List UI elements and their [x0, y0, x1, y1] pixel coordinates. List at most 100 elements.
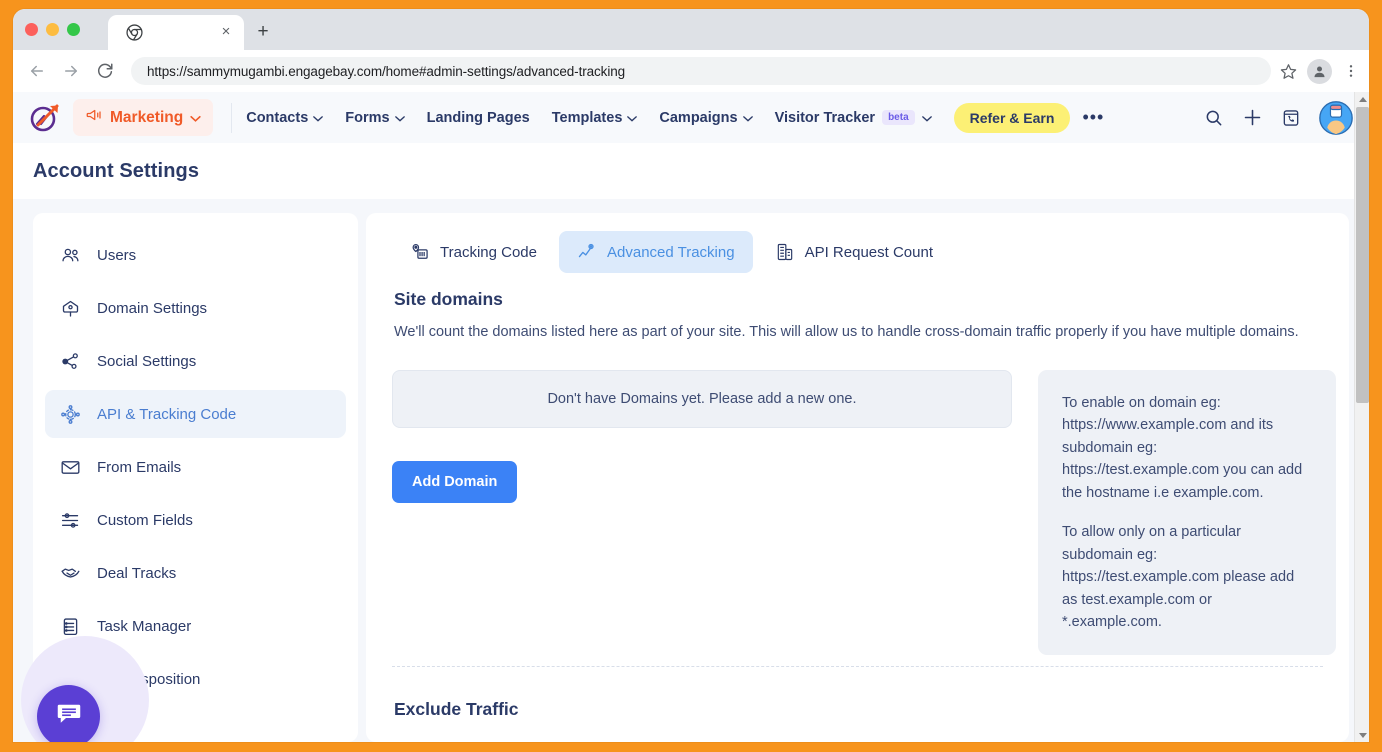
nav-item-label: Templates [551, 109, 623, 126]
app-top-navbar: Marketing Contacts Forms Landing Pages T… [13, 92, 1369, 143]
app-nav-right-actions [1204, 92, 1353, 143]
chevron-down-icon [190, 109, 201, 127]
user-avatar[interactable] [1319, 100, 1353, 135]
profile-avatar-icon[interactable] [1307, 58, 1332, 84]
beta-badge: beta [882, 110, 915, 125]
nav-item-label: Visitor Tracker [774, 109, 876, 126]
nav-item-visitor-tracker[interactable]: Visitor Tracker beta [775, 110, 932, 126]
add-domain-button[interactable]: Add Domain [392, 460, 518, 503]
settings-content-area: Users Domain Settings Social Settings AP… [13, 199, 1369, 742]
clipboard-list-icon [59, 615, 81, 637]
minimize-window-button[interactable] [46, 23, 59, 36]
call-log-icon[interactable] [1281, 108, 1301, 128]
sidebar-item-deal-tracks[interactable]: Deal Tracks [45, 549, 346, 597]
sidebar-item-from-emails[interactable]: From Emails [45, 443, 346, 491]
nav-item-label: Campaigns [659, 109, 738, 126]
sidebar-item-label: From Emails [97, 458, 182, 476]
sidebar-item-label: Users [97, 246, 137, 264]
tab-label: API Request Count [804, 243, 933, 261]
nav-item-campaigns[interactable]: Campaigns [659, 109, 753, 126]
page-scrollbar[interactable] [1354, 92, 1369, 742]
sidebar-item-social-settings[interactable]: Social Settings [45, 337, 346, 385]
sidebar-item-api-tracking-code[interactable]: API & Tracking Code [45, 390, 346, 438]
tab-label: Tracking Code [440, 243, 537, 261]
chat-bubble-icon [54, 699, 84, 734]
sidebar-item-custom-fields[interactable]: Custom Fields [45, 496, 346, 544]
nav-item-label: Landing Pages [426, 109, 530, 126]
forward-arrow-icon[interactable] [57, 57, 85, 85]
chevron-down-icon [313, 110, 324, 126]
tab-label: Advanced Tracking [607, 243, 735, 261]
exclude-traffic-title: Exclude Traffic [394, 699, 519, 719]
workspace-switcher[interactable]: Marketing [73, 99, 214, 136]
workspace-label: Marketing [110, 108, 184, 126]
scroll-down-arrow[interactable] [1355, 728, 1369, 742]
close-tab-icon[interactable]: × [218, 24, 234, 40]
sidebar-item-users[interactable]: Users [45, 231, 346, 279]
engagebay-logo[interactable] [29, 103, 61, 133]
chevron-down-icon [742, 110, 753, 126]
browser-window: × + https://sammymugambi.engagebay.com/h… [13, 9, 1369, 742]
maximize-window-button[interactable] [67, 23, 80, 36]
help-paragraph-2: To allow only on a particular subdomain … [1062, 524, 1295, 630]
back-arrow-icon[interactable] [23, 57, 51, 85]
section-divider [392, 666, 1323, 667]
sidebar-item-domain-settings[interactable]: Domain Settings [45, 284, 346, 332]
close-window-button[interactable] [25, 23, 38, 36]
toolbar-right-actions [1274, 50, 1365, 92]
nav-item-forms[interactable]: Forms [345, 109, 405, 126]
address-bar[interactable]: https://sammymugambi.engagebay.com/home#… [131, 57, 1271, 85]
star-icon[interactable] [1274, 57, 1302, 85]
kebab-menu-icon[interactable] [1337, 57, 1365, 85]
new-tab-button[interactable]: + [251, 20, 275, 44]
domains-row: Don't have Domains yet. Please add a new… [392, 369, 1336, 656]
nav-item-label: Contacts [246, 109, 309, 126]
tab-advanced-tracking[interactable]: Advanced Tracking [559, 231, 753, 273]
plus-icon[interactable] [1242, 107, 1263, 128]
page-title: Account Settings [33, 159, 200, 182]
sidebar-item-label: Custom Fields [97, 511, 193, 529]
scroll-up-arrow[interactable] [1355, 92, 1369, 106]
chat-widget-button[interactable] [37, 685, 100, 742]
reload-icon[interactable] [91, 57, 119, 85]
page-viewport: Marketing Contacts Forms Landing Pages T… [13, 92, 1369, 742]
tab-api-request-count[interactable]: API Request Count [757, 231, 951, 273]
tab-tracking-code[interactable]: Tracking Code [392, 231, 555, 273]
sliders-icon [59, 509, 81, 531]
chevron-down-icon [394, 110, 405, 126]
nav-item-templates[interactable]: Templates [552, 110, 638, 126]
sidebar-item-label: Task Manager [97, 617, 192, 635]
users-icon [59, 244, 81, 266]
browser-toolbar: https://sammymugambi.engagebay.com/home#… [13, 50, 1369, 92]
section-description: We'll count the domains listed here as p… [394, 324, 1299, 340]
scroll-thumb[interactable] [1356, 107, 1369, 403]
domain-icon [59, 297, 81, 319]
chrome-icon [126, 24, 143, 41]
envelope-icon [59, 456, 81, 478]
share-nodes-icon [59, 350, 81, 372]
sidebar-item-label: API & Tracking Code [97, 405, 237, 423]
api-count-icon [775, 242, 795, 262]
window-traffic-lights [25, 23, 80, 36]
nav-item-landing-pages[interactable]: Landing Pages [427, 110, 530, 126]
nav-item-label: Forms [345, 109, 390, 126]
nav-item-contacts[interactable]: Contacts [246, 109, 324, 126]
sidebar-item-label: Social Settings [97, 352, 197, 370]
more-menu-button[interactable]: ••• [1082, 107, 1104, 128]
domains-left-column: Don't have Domains yet. Please add a new… [392, 369, 1012, 503]
domains-empty-state: Don't have Domains yet. Please add a new… [392, 369, 1012, 428]
search-icon[interactable] [1204, 108, 1224, 128]
panel-tab-bar: Tracking Code Advanced Tracking API Requ… [392, 231, 1323, 273]
sidebar-item-label: Domain Settings [97, 299, 208, 317]
handshake-icon [59, 562, 81, 584]
section-title: Site domains [394, 289, 503, 309]
tracking-code-icon [410, 242, 430, 262]
browser-tab[interactable]: × [108, 15, 244, 50]
domain-help-panel: To enable on domain eg: https://www.exam… [1038, 369, 1336, 656]
nav-divider [231, 102, 233, 133]
url-text: https://sammymugambi.engagebay.com/home#… [147, 63, 626, 79]
orange-backdrop: × + https://sammymugambi.engagebay.com/h… [0, 0, 1382, 752]
browser-tab-strip: × + [13, 9, 1369, 50]
megaphone-icon [85, 106, 103, 129]
refer-and-earn-button[interactable]: Refer & Earn [953, 102, 1071, 133]
